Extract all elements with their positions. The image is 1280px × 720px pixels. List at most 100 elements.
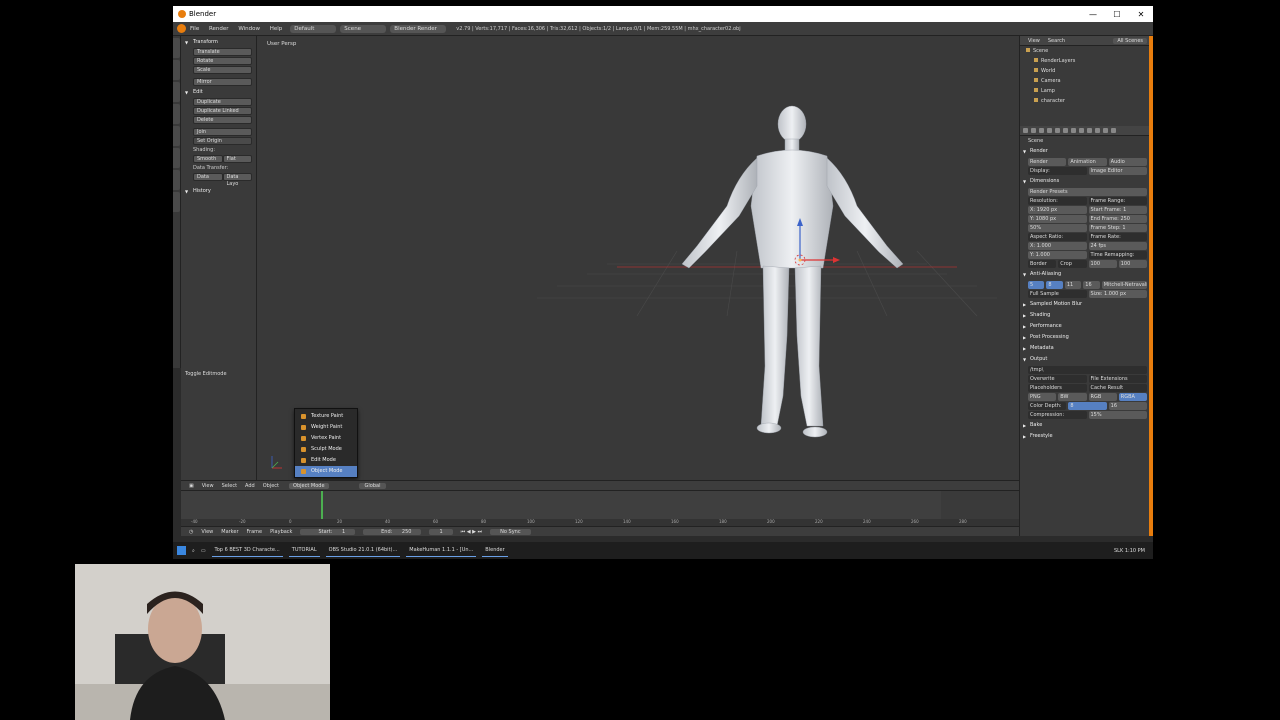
- duplicate-linked-button[interactable]: Duplicate Linked: [193, 107, 252, 115]
- translate-button[interactable]: Translate: [193, 48, 252, 56]
- time-remap-new-field[interactable]: 100: [1118, 260, 1147, 268]
- outliner-item-scene[interactable]: Scene: [1020, 46, 1153, 56]
- data-tab-icon[interactable]: [1079, 128, 1084, 133]
- compression-slider[interactable]: 15%: [1088, 411, 1147, 419]
- aa-filter-select[interactable]: Mitchell-Netravali: [1101, 281, 1147, 289]
- animation-button[interactable]: Animation: [1068, 158, 1107, 166]
- viewport-menu-add[interactable]: Add: [245, 483, 255, 489]
- outliner-menu-search[interactable]: Search: [1048, 38, 1065, 44]
- mode-vertex-paint[interactable]: Vertex Paint: [295, 433, 357, 444]
- timeline-menu-marker[interactable]: Marker: [221, 529, 238, 535]
- mode-sculpt[interactable]: Sculpt Mode: [295, 444, 357, 455]
- mode-texture-paint[interactable]: Texture Paint: [295, 411, 357, 422]
- crop-checkbox[interactable]: Crop: [1058, 260, 1087, 268]
- properties-scrollbar[interactable]: [1149, 36, 1153, 536]
- menu-window[interactable]: Window: [238, 26, 260, 32]
- output-panel-header[interactable]: Output: [1020, 354, 1153, 365]
- timeline-menu-frame[interactable]: Frame: [247, 529, 263, 535]
- timeline-menu-view[interactable]: View: [201, 529, 213, 535]
- bake-panel-header[interactable]: Bake: [1020, 420, 1153, 431]
- viewport-editor-type-icon[interactable]: ▣: [189, 483, 194, 489]
- tool-tab[interactable]: [173, 82, 180, 102]
- data-button[interactable]: Data: [193, 173, 223, 181]
- border-checkbox[interactable]: Border: [1028, 260, 1057, 268]
- time-remap-old-field[interactable]: 100: [1088, 260, 1117, 268]
- menu-file[interactable]: File: [190, 26, 199, 32]
- taskbar-item-obs[interactable]: OBS Studio 21.0.1 (64bit)...: [325, 544, 401, 557]
- current-frame-field[interactable]: 1: [429, 528, 453, 535]
- tool-tab[interactable]: [173, 104, 180, 124]
- start-frame-field[interactable]: Start: 1: [300, 528, 356, 535]
- dimensions-panel-header[interactable]: Dimensions: [1020, 176, 1153, 187]
- playback-controls[interactable]: ⏮ ◀ ▶ ⏭: [461, 529, 482, 535]
- display-select[interactable]: Image Editor: [1088, 167, 1147, 175]
- outliner-display-mode[interactable]: All Scenes: [1113, 37, 1147, 44]
- taskbar-item-browser[interactable]: Top 6 BEST 3D Characte...: [211, 544, 283, 557]
- frame-step-field[interactable]: Frame Step: 1: [1088, 224, 1147, 232]
- texture-tab-icon[interactable]: [1095, 128, 1100, 133]
- taskbar-item-blender[interactable]: Blender: [482, 544, 508, 557]
- performance-panel-header[interactable]: Performance: [1020, 321, 1153, 332]
- mode-edit[interactable]: Edit Mode: [295, 455, 357, 466]
- tool-tab[interactable]: [173, 38, 180, 58]
- tool-tab[interactable]: [173, 60, 180, 80]
- windows-start-icon[interactable]: [177, 546, 186, 555]
- anti-aliasing-panel-header[interactable]: Anti-Aliasing: [1020, 269, 1153, 280]
- start-frame-prop-field[interactable]: Start Frame: 1: [1088, 206, 1147, 214]
- aspect-y-field[interactable]: Y: 1.000: [1028, 251, 1087, 259]
- timeline-editor-type-icon[interactable]: ◷: [189, 529, 193, 535]
- tool-tab[interactable]: [173, 126, 180, 146]
- freestyle-panel-header[interactable]: Freestyle: [1020, 431, 1153, 442]
- physics-tab-icon[interactable]: [1111, 128, 1116, 133]
- object-tab-icon[interactable]: [1055, 128, 1060, 133]
- clock[interactable]: 1:10 PM: [1125, 548, 1145, 554]
- cache-result-checkbox[interactable]: Cache Result: [1088, 384, 1147, 392]
- outliner-item-renderlayers[interactable]: RenderLayers: [1020, 56, 1153, 66]
- scene-field[interactable]: Scene: [340, 24, 387, 33]
- post-processing-panel-header[interactable]: Post Processing: [1020, 332, 1153, 343]
- end-frame-prop-field[interactable]: End Frame: 250: [1088, 215, 1147, 223]
- taskbar-item-makehuman[interactable]: MakeHuman 1.1.1 - [Un...: [406, 544, 477, 557]
- outliner-item-lamp[interactable]: Lamp: [1020, 86, 1153, 96]
- aa-samples-5[interactable]: 5: [1028, 281, 1045, 289]
- search-icon[interactable]: ⌕: [192, 548, 195, 554]
- color-mode-rgb[interactable]: RGB: [1088, 393, 1117, 401]
- aa-samples-8[interactable]: 8: [1046, 281, 1063, 289]
- outliner-item-world[interactable]: World: [1020, 66, 1153, 76]
- task-view-icon[interactable]: ▭: [201, 548, 206, 554]
- aa-samples-11[interactable]: 11: [1064, 281, 1082, 289]
- blender-logo-icon[interactable]: [177, 24, 186, 33]
- mode-object[interactable]: Object Mode: [295, 466, 357, 477]
- color-depth-8[interactable]: 8: [1068, 402, 1107, 410]
- tool-tab[interactable]: [173, 192, 180, 212]
- render-presets-select[interactable]: Render Presets: [1028, 188, 1147, 196]
- transform-orientation-select[interactable]: Global: [358, 482, 387, 489]
- screen-layout-field[interactable]: Default: [290, 24, 337, 33]
- data-layout-button[interactable]: Data Layo: [222, 173, 252, 187]
- render-panel-header[interactable]: Render: [1020, 146, 1153, 157]
- viewport-menu-select[interactable]: Select: [222, 483, 237, 489]
- output-path-field[interactable]: /tmp\: [1028, 366, 1147, 374]
- world-tab-icon[interactable]: [1047, 128, 1052, 133]
- mode-select-button[interactable]: Object Mode: [289, 482, 329, 489]
- outliner-menu-view[interactable]: View: [1028, 38, 1040, 44]
- color-mode-rgba[interactable]: RGBA: [1118, 393, 1147, 401]
- resolution-percent-slider[interactable]: 50%: [1028, 224, 1087, 232]
- resolution-x-field[interactable]: X: 1920 px: [1028, 206, 1087, 214]
- language-indicator[interactable]: SLK: [1114, 548, 1123, 554]
- render-tab-icon[interactable]: [1023, 128, 1028, 133]
- placeholders-checkbox[interactable]: Placeholders: [1028, 384, 1087, 392]
- overwrite-checkbox[interactable]: Overwrite: [1028, 375, 1087, 383]
- rotate-button[interactable]: Rotate: [193, 57, 252, 65]
- join-button[interactable]: Join: [193, 128, 252, 136]
- maximize-button[interactable]: ☐: [1105, 10, 1129, 19]
- history-panel-header[interactable]: History: [181, 185, 256, 196]
- file-format-select[interactable]: PNG: [1028, 393, 1057, 401]
- mirror-button[interactable]: Mirror: [193, 78, 252, 86]
- set-origin-dropdown[interactable]: Set Origin: [193, 137, 252, 145]
- timeline[interactable]: -40 -20 0 20 40 60 80 100 120 140 160 18…: [181, 490, 1019, 527]
- particles-tab-icon[interactable]: [1103, 128, 1108, 133]
- material-tab-icon[interactable]: [1087, 128, 1092, 133]
- modifiers-tab-icon[interactable]: [1071, 128, 1076, 133]
- menu-help[interactable]: Help: [270, 26, 283, 32]
